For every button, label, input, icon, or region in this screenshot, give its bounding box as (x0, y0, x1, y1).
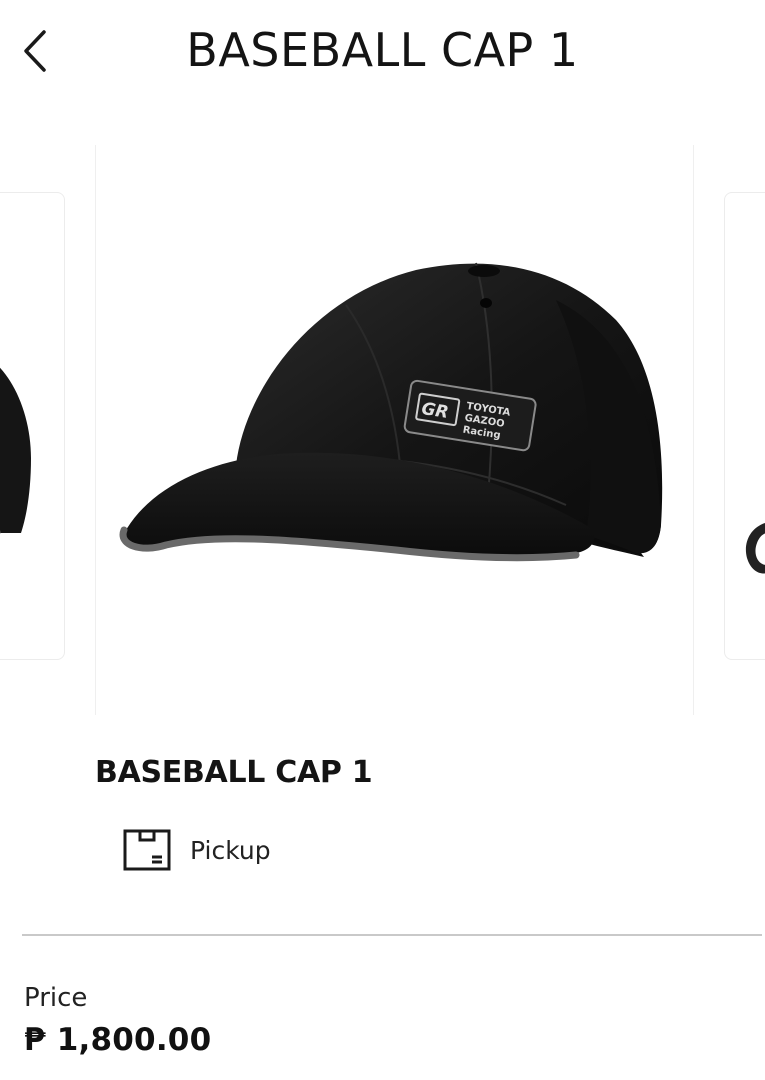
carousel-prev-image[interactable] (0, 192, 65, 660)
delivery-method-label: Pickup (190, 835, 271, 865)
delivery-method: Pickup (122, 826, 271, 874)
product-title: BASEBALL CAP 1 (95, 755, 373, 790)
section-divider (22, 934, 762, 936)
price-value: ₱ 1,800.00 (24, 1022, 212, 1058)
product-detail-page: BASEBALL CAP 1 GR TOYOTA GAZOO Racing BA… (0, 0, 765, 1080)
carousel-next-image[interactable] (724, 192, 765, 660)
app-header: BASEBALL CAP 1 (0, 0, 765, 100)
carousel-main-image[interactable]: GR TOYOTA GAZOO Racing (95, 145, 694, 715)
baseball-cap-image: GR TOYOTA GAZOO Racing (119, 262, 663, 562)
package-box-icon (123, 829, 171, 871)
price-label: Price (24, 983, 88, 1013)
product-image-carousel[interactable]: GR TOYOTA GAZOO Racing (0, 140, 765, 720)
page-title: BASEBALL CAP 1 (186, 23, 579, 77)
svg-text:GR: GR (420, 399, 450, 423)
